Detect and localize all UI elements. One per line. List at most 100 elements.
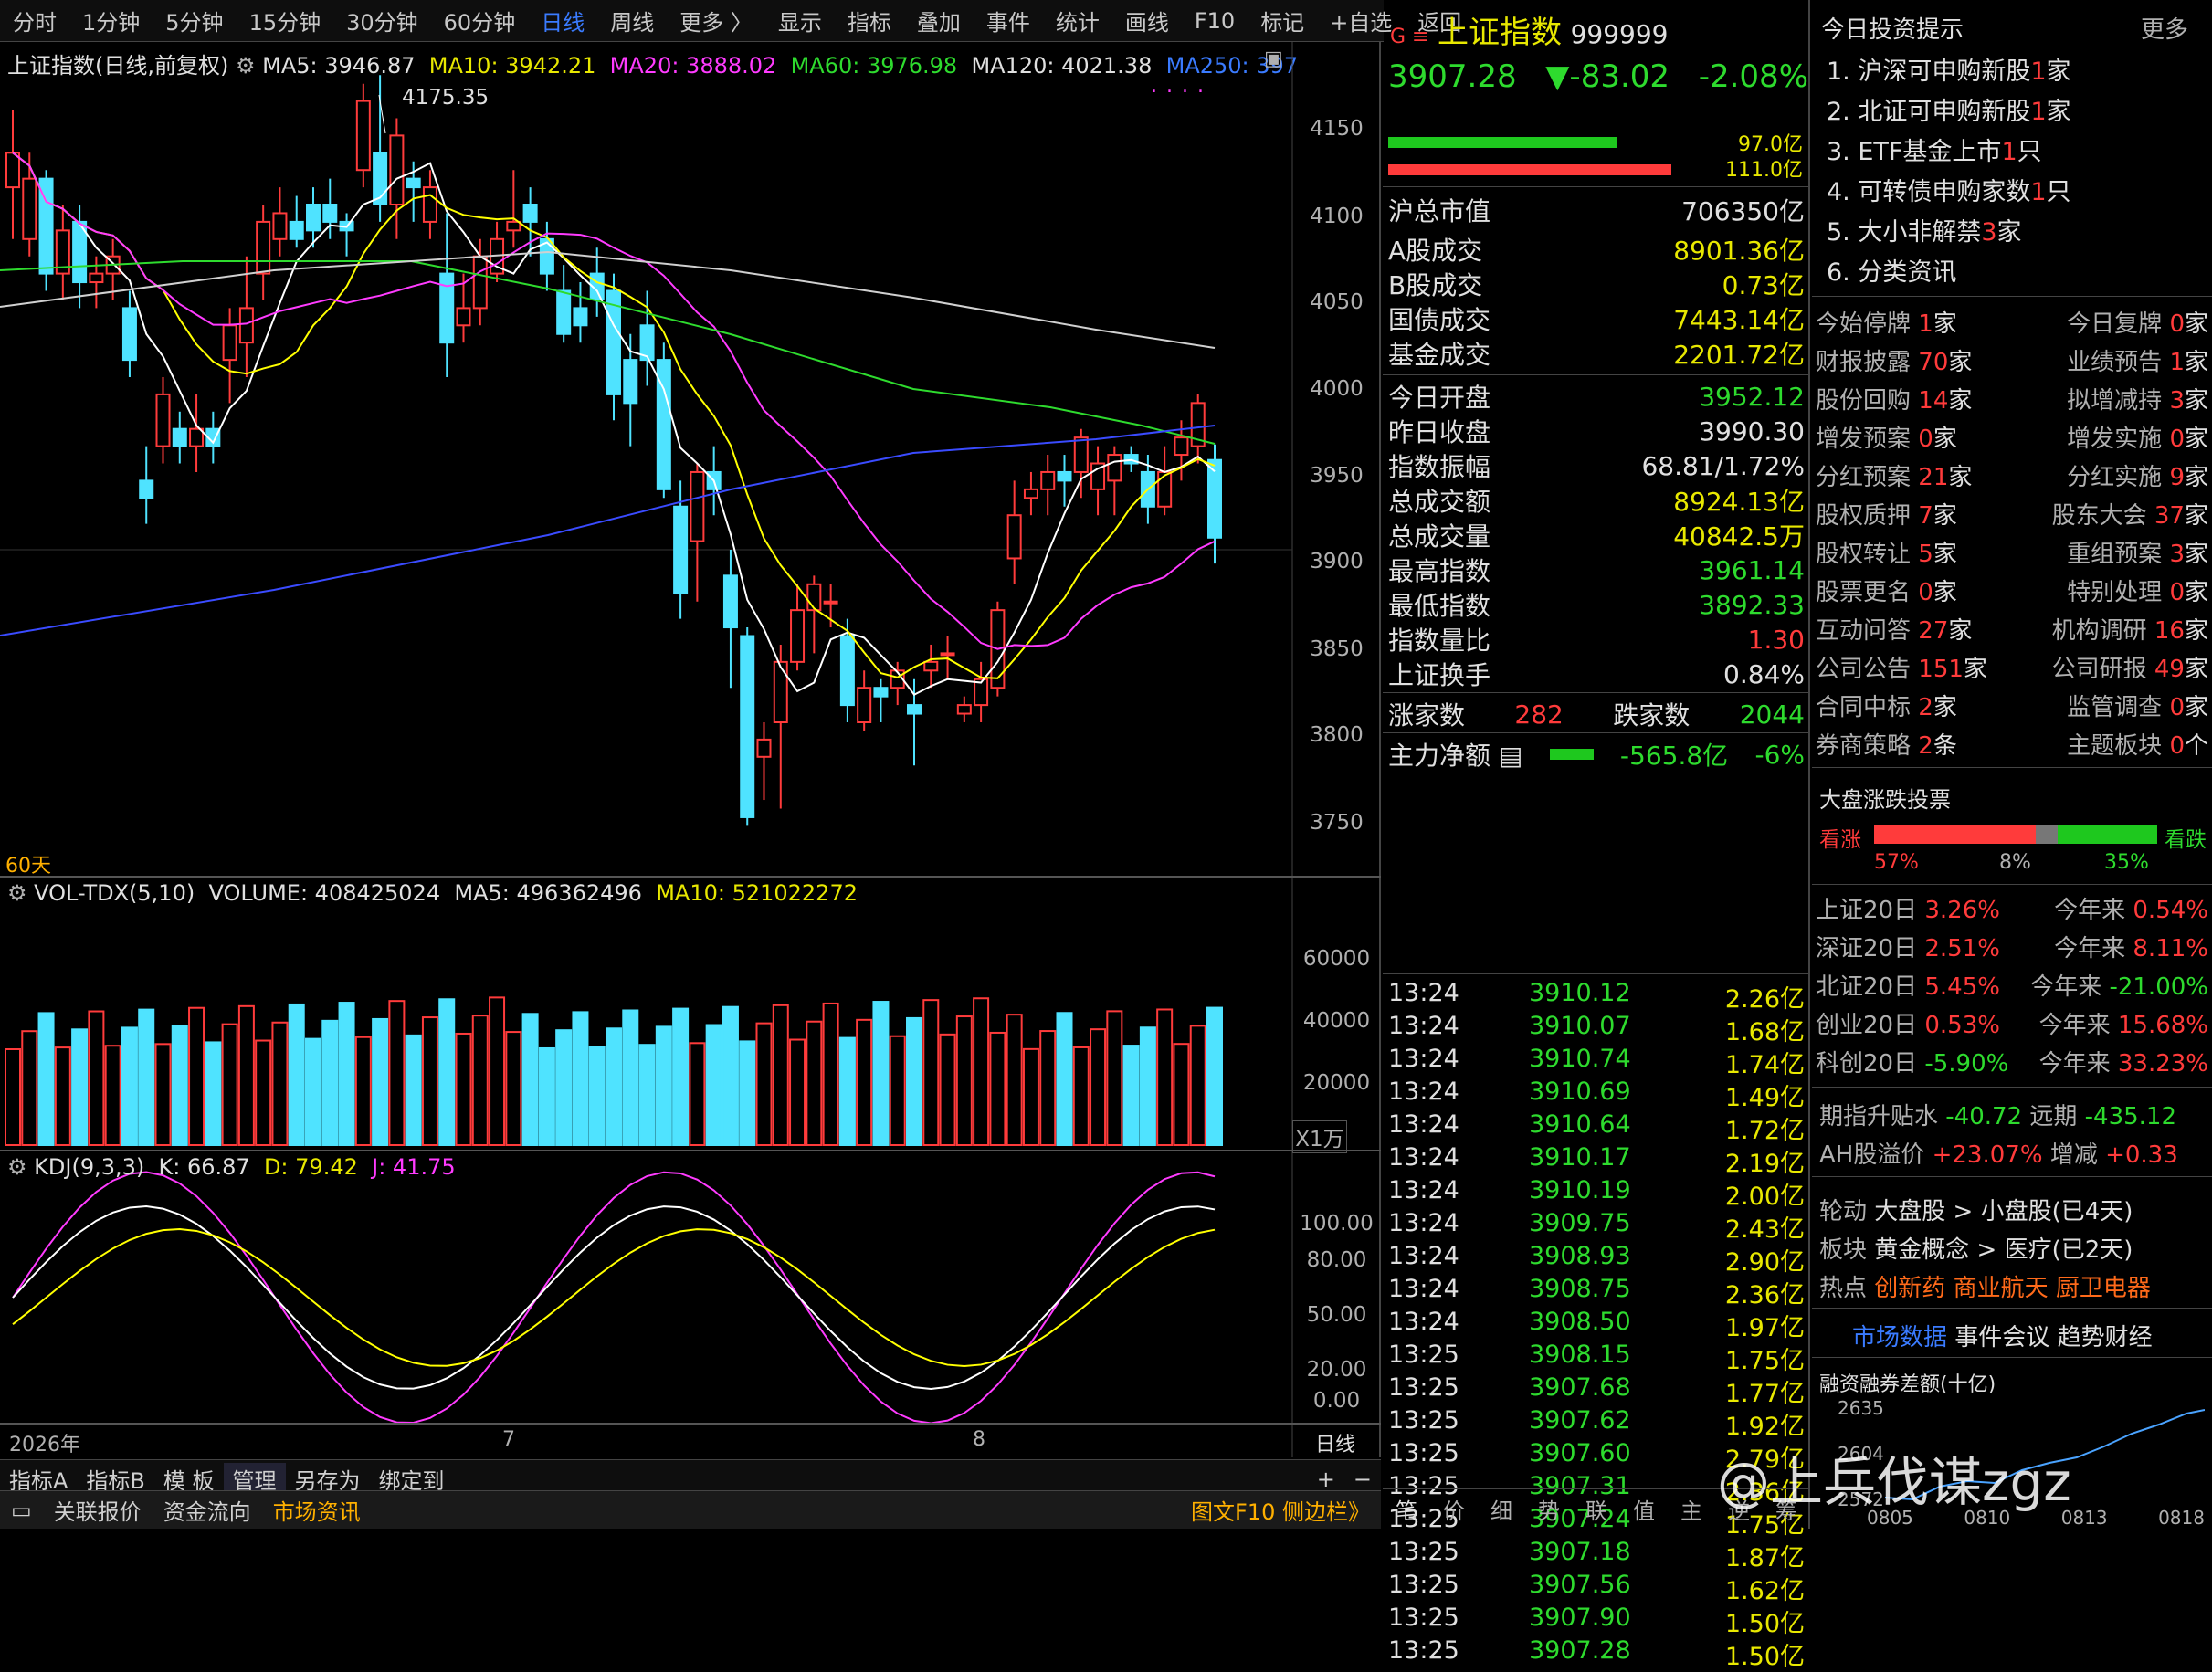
price-tick: 3850 bbox=[1310, 637, 1364, 661]
hot-item[interactable]: 厨卫电器 bbox=[2056, 1275, 2151, 1302]
status-sidebar-link[interactable]: 图文F10 侧边栏》 bbox=[1180, 1494, 1381, 1526]
tips-more[interactable]: 更多 bbox=[2141, 11, 2188, 45]
window-icon[interactable]: ▭ bbox=[0, 1498, 43, 1523]
tip-item[interactable]: 3. ETF基金上市1只 bbox=[1827, 131, 2042, 167]
tab-daily[interactable]: 日线 bbox=[528, 5, 597, 37]
tip-grid-label[interactable]: 股东大会 bbox=[2052, 502, 2147, 530]
tip-grid-label[interactable]: 增发实施 bbox=[2067, 426, 2162, 453]
tip-grid-label[interactable]: 公司研报 bbox=[2052, 656, 2147, 683]
tip-grid-label[interactable]: 股票更名 bbox=[1816, 579, 1911, 606]
tab-main[interactable]: 主 bbox=[1680, 1493, 1702, 1525]
margin-x-tick: 0818 bbox=[2158, 1507, 2205, 1529]
tip-item[interactable]: 5. 大小非解禁3家 bbox=[1827, 212, 2022, 247]
price-line: 3907.28 ▼-83.02 -2.08% bbox=[1388, 58, 1808, 95]
vol-tick: 40000 bbox=[1302, 1009, 1371, 1033]
status-link-news[interactable]: 市场资讯 bbox=[262, 1494, 372, 1526]
volume-bar bbox=[772, 1004, 789, 1146]
btn-event[interactable]: 事件 bbox=[974, 5, 1043, 37]
plus-icon[interactable]: + bbox=[1308, 1467, 1344, 1492]
tip-grid-label[interactable]: 今始停牌 bbox=[1816, 310, 1911, 338]
btn-mark[interactable]: 标记 bbox=[1248, 5, 1317, 37]
hot-item[interactable]: 创新药 bbox=[1874, 1275, 1945, 1302]
volume-bar bbox=[1106, 1010, 1123, 1146]
chart-area[interactable]: 上证指数(日线,前复权) ⚙ MA5: 3946.87 MA10: 3942.2… bbox=[0, 42, 1381, 1457]
tip-item[interactable]: 1. 沪深可申购新股1家 bbox=[1827, 51, 2071, 87]
vol-settings-icon[interactable]: ⚙ bbox=[7, 880, 27, 906]
tip-item[interactable]: 4. 可转债申购家数1只 bbox=[1827, 172, 2071, 207]
minus-icon[interactable]: − bbox=[1344, 1467, 1381, 1492]
status-link-quote[interactable]: 关联报价 bbox=[43, 1494, 153, 1526]
tip-grid-label[interactable]: 券商策略 bbox=[1816, 732, 1911, 760]
tip-grid-label[interactable]: 股权转让 bbox=[1816, 541, 1911, 568]
tick-row: 13:25 3907.28 1.50亿 bbox=[1383, 1636, 1810, 1671]
tip-grid-row: 券商策略 2条 主题板块 0个 bbox=[1816, 732, 2208, 760]
tip-grid-label[interactable]: 合同中标 bbox=[1816, 694, 1911, 721]
tab-price[interactable]: 价 bbox=[1443, 1493, 1465, 1525]
candle bbox=[1174, 436, 1189, 457]
tip-grid-label[interactable]: 互动问答 bbox=[1816, 617, 1911, 645]
tip-grid-label[interactable]: 业绩预告 bbox=[2067, 349, 2162, 376]
candle bbox=[1073, 436, 1089, 473]
vol-axis: 60000 40000 20000 X1万 bbox=[1292, 876, 1381, 1153]
tip-grid-label[interactable]: 股权质押 bbox=[1816, 502, 1911, 530]
tip-grid-label[interactable]: 股份回购 bbox=[1816, 387, 1911, 415]
tip-grid-label[interactable]: 分红预案 bbox=[1816, 464, 1911, 491]
volume-bar bbox=[789, 1038, 806, 1146]
tab-trend[interactable]: 势 bbox=[1538, 1493, 1560, 1525]
tab-1min[interactable]: 1分钟 bbox=[69, 5, 153, 37]
tip-grid-label[interactable]: 监管调查 bbox=[2067, 694, 2162, 721]
tip-grid-label[interactable]: 主题板块 bbox=[2067, 732, 2162, 760]
tip-grid-label[interactable]: 分红实施 bbox=[2067, 464, 2162, 491]
tips-panel: 今日投资提示 更多 1. 沪深可申购新股1家 2. 北证可申购新股1家 3. ETF… bbox=[1812, 0, 2212, 1529]
btn-overlay[interactable]: 叠加 bbox=[904, 5, 974, 37]
link-market-data[interactable]: 市场数据 bbox=[1852, 1324, 1947, 1351]
tip-grid-label[interactable]: 今日复牌 bbox=[2067, 310, 2162, 338]
volume-bar bbox=[388, 1000, 406, 1146]
quote-row: 沪总市值 706350亿 bbox=[1383, 192, 1810, 228]
quote-row: 最低指数 3892.33 bbox=[1383, 586, 1810, 623]
tab-30min[interactable]: 30分钟 bbox=[333, 5, 431, 37]
btn-draw[interactable]: 画线 bbox=[1112, 5, 1182, 37]
vote-up-label[interactable]: 看涨 bbox=[1819, 822, 1861, 853]
kdj-settings-icon[interactable]: ⚙ bbox=[7, 1154, 27, 1180]
tab-5min[interactable]: 5分钟 bbox=[153, 5, 236, 37]
btn-display[interactable]: 显示 bbox=[765, 5, 835, 37]
chart-svg bbox=[0, 42, 1293, 1457]
tab-trades[interactable]: 笔 bbox=[1396, 1493, 1417, 1525]
vote-down-label[interactable]: 看跌 bbox=[2165, 822, 2207, 853]
btn-f10[interactable]: F10 bbox=[1182, 8, 1248, 34]
tab-weekly[interactable]: 周线 bbox=[597, 5, 667, 37]
hot-item[interactable]: 商业航天 bbox=[1954, 1275, 2049, 1302]
tip-grid-label[interactable]: 拟增减持 bbox=[2067, 387, 2162, 415]
tip-grid-label[interactable]: 财报披露 bbox=[1816, 349, 1911, 376]
btn-indicator[interactable]: 指标 bbox=[835, 5, 904, 37]
btn-stats[interactable]: 统计 bbox=[1043, 5, 1112, 37]
tip-grid-label[interactable]: 增发预案 bbox=[1816, 426, 1911, 453]
tab-more[interactable]: 更多 〉 bbox=[667, 5, 765, 37]
tab-link[interactable]: 联 bbox=[1585, 1493, 1607, 1525]
vote-title: 大盘涨跌投票 bbox=[1819, 787, 1951, 813]
volume-bar bbox=[872, 1001, 890, 1147]
tip-grid-label[interactable]: 特别处理 bbox=[2067, 579, 2162, 606]
link-events[interactable]: 事件会议 bbox=[1954, 1324, 2049, 1351]
kdj-tick: 80.00 bbox=[1306, 1248, 1367, 1272]
tick-amount: 1.74亿 bbox=[1724, 1051, 1805, 1079]
tab-15min[interactable]: 15分钟 bbox=[237, 5, 334, 37]
tip-grid-label[interactable]: 公司公告 bbox=[1816, 656, 1911, 683]
tip-item[interactable]: 6. 分类资讯 bbox=[1827, 252, 1956, 288]
tab-fenshi[interactable]: 分时 bbox=[0, 5, 69, 37]
quote-row: 今日开盘 3952.12 bbox=[1383, 378, 1810, 415]
tip-grid-label[interactable]: 机构调研 bbox=[2052, 617, 2147, 645]
tab-60min[interactable]: 60分钟 bbox=[431, 5, 529, 37]
tip-item[interactable]: 2. 北证可申购新股1家 bbox=[1827, 91, 2071, 127]
tip-grid-label[interactable]: 重组预案 bbox=[2067, 541, 2162, 568]
volume-bar bbox=[471, 1015, 489, 1147]
link-trend[interactable]: 趋势财经 bbox=[2058, 1324, 2153, 1351]
tab-value[interactable]: 值 bbox=[1633, 1493, 1655, 1525]
volume-bar bbox=[438, 998, 456, 1147]
status-link-flow[interactable]: 资金流向 bbox=[153, 1494, 262, 1526]
tab-detail[interactable]: 细 bbox=[1490, 1493, 1512, 1525]
tip-unit: 只 bbox=[2017, 138, 2042, 166]
tick-time: 13:24 bbox=[1388, 1209, 1459, 1237]
price-change: ▼-83.02 bbox=[1545, 58, 1670, 95]
